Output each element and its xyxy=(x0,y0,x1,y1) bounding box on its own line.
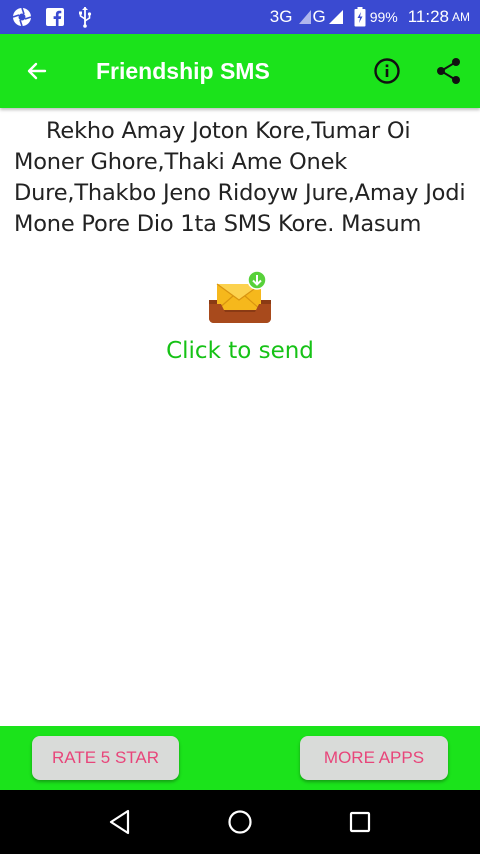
nav-home-button[interactable] xyxy=(210,792,270,852)
nav-home-icon xyxy=(227,809,253,835)
clock-time: 11:28 xyxy=(407,7,449,26)
clock-ampm: AM xyxy=(452,10,470,24)
nav-recents-button[interactable] xyxy=(330,792,390,852)
sms-message-text: Rekho Amay Joton Kore,Tumar Oi Moner Gho… xyxy=(14,118,466,237)
info-icon xyxy=(373,57,401,85)
nav-back-button[interactable] xyxy=(90,792,150,852)
status-right: 3G G 99% 11:28 AM xyxy=(264,7,470,27)
facebook-icon xyxy=(46,8,64,26)
usb-icon xyxy=(78,6,92,28)
system-nav-bar xyxy=(0,790,480,854)
aperture-icon xyxy=(12,7,32,27)
back-button[interactable] xyxy=(0,34,74,108)
signal-icon xyxy=(298,9,312,25)
send-area: Click to send xyxy=(0,270,480,364)
mail-send-icon[interactable] xyxy=(207,270,273,324)
battery-icon xyxy=(354,7,366,27)
rate-5-star-button[interactable]: RATE 5 STAR xyxy=(32,736,179,780)
battery-percent: 99% xyxy=(369,9,398,25)
click-to-send-label[interactable]: Click to send xyxy=(166,338,314,364)
app-bar: Friendship SMS xyxy=(0,34,480,108)
bottom-bar: RATE 5 STAR MORE APPS xyxy=(0,726,480,790)
nav-recents-icon xyxy=(348,810,372,834)
signal-icon xyxy=(328,9,344,25)
network-g-label: G xyxy=(312,7,326,26)
status-left xyxy=(12,6,106,28)
share-icon xyxy=(436,57,462,85)
share-button[interactable] xyxy=(418,34,480,108)
more-apps-button[interactable]: MORE APPS xyxy=(300,736,448,780)
status-bar: 3G G 99% 11:28 AM xyxy=(0,0,480,34)
arrow-back-icon xyxy=(25,59,49,83)
info-button[interactable] xyxy=(356,34,418,108)
message-content: Rekho Amay Joton Kore,Tumar Oi Moner Gho… xyxy=(0,108,480,240)
page-title: Friendship SMS xyxy=(96,57,270,84)
network-3g-label: 3G xyxy=(269,7,293,26)
nav-back-icon xyxy=(108,809,132,835)
